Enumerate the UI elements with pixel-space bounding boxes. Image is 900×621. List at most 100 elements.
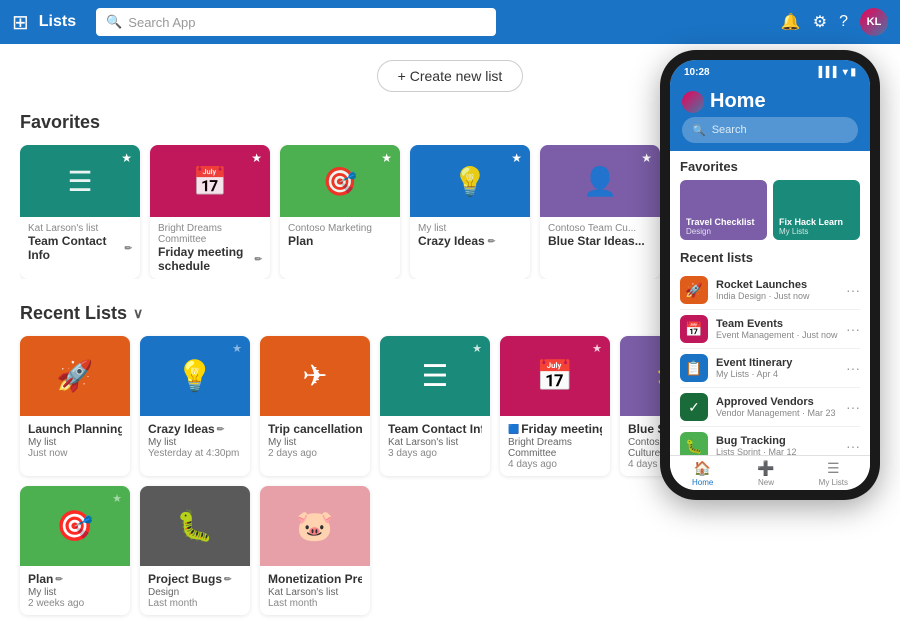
phone-list-info-2: Team Events Event Management · Just now xyxy=(716,318,838,340)
create-new-list-button[interactable]: + Create new list xyxy=(377,60,524,92)
phone-body: Favorites Travel Checklist Design Fix Ha… xyxy=(670,151,870,455)
phone-list-meta-5: Lists Sprint · Mar 12 xyxy=(716,447,838,455)
fav-icon-1: ☰ xyxy=(67,165,92,198)
phone-screen: 10:28 ▌▌▌ ▾ ▮ Home 🔍 Search Favorites Tr… xyxy=(670,60,870,490)
list-icon-1: 🚀 xyxy=(56,359,93,394)
phone-list-item-4[interactable]: ✓ Approved Vendors Vendor Management · M… xyxy=(680,388,860,427)
more-dots-icon-1[interactable]: ··· xyxy=(846,282,860,298)
phone-list-info-5: Bug Tracking Lists Sprint · Mar 12 xyxy=(716,435,838,455)
fav-meta-3: Contoso Marketing xyxy=(288,223,392,234)
list-time-11: Last month xyxy=(268,598,362,609)
phone-nav-mylists[interactable]: ☰ My Lists xyxy=(819,460,848,487)
more-dots-icon-3[interactable]: ··· xyxy=(846,360,860,376)
phone-list-item-3[interactable]: 📋 Event Itinerary My Lists · Apr 4 ··· xyxy=(680,349,860,388)
list-owner-9: My list xyxy=(28,587,122,598)
list-card-11[interactable]: 🐷 Monetization Prese... ✏ Kat Larson's l… xyxy=(260,486,370,615)
fav-meta-5: Contoso Team Cu... xyxy=(548,223,652,234)
star-icon: ★ xyxy=(641,151,652,165)
phone-list-name-2: Team Events xyxy=(716,318,838,330)
list-name-4: Team Contact Info xyxy=(388,422,482,436)
phone-home-title: Home xyxy=(682,90,858,113)
star-icon: ★ xyxy=(511,151,522,165)
fav-name-1: Team Contact Info ✏ xyxy=(28,234,132,262)
phone-search[interactable]: 🔍 Search xyxy=(682,117,858,143)
list-name-5: 🟦 Friday meeting s... xyxy=(508,422,602,436)
list-time-1: Just now xyxy=(28,448,122,459)
fav-card-2[interactable]: ★ 📅 Bright Dreams Committee Friday meeti… xyxy=(150,145,270,279)
fav-name-5: Blue Star Ideas... xyxy=(548,234,652,248)
fav-name-2: Friday meeting schedule ✏ xyxy=(158,245,262,273)
more-dots-icon-2[interactable]: ··· xyxy=(846,321,860,337)
phone-list-icon-5: 🐛 xyxy=(680,432,708,455)
fav-card-4[interactable]: ★ 💡 My list Crazy Ideas ✏ xyxy=(410,145,530,279)
list-card-4[interactable]: ★ ☰ Team Contact Info Kat Larson's list … xyxy=(380,336,490,476)
more-dots-icon-5[interactable]: ··· xyxy=(846,438,860,454)
phone-fav-card-1[interactable]: Travel Checklist Design xyxy=(680,180,767,240)
list-card-3[interactable]: ✈ Trip cancellations My list 2 days ago xyxy=(260,336,370,476)
star-icon: ★ xyxy=(232,342,242,355)
list-card-2[interactable]: ★ 💡 Crazy Ideas ✏ My list Yesterday at 4… xyxy=(140,336,250,476)
fav-card-3[interactable]: ★ 🎯 Contoso Marketing Plan xyxy=(280,145,400,279)
list-card-5[interactable]: ★ 📅 🟦 Friday meeting s... Bright Dreams … xyxy=(500,336,610,476)
phone-nav-home[interactable]: 🏠 Home xyxy=(692,460,713,487)
phone-list-meta-1: India Design · Just now xyxy=(716,291,838,301)
phone-list-item-5[interactable]: 🐛 Bug Tracking Lists Sprint · Mar 12 ··· xyxy=(680,427,860,455)
app-title: Lists xyxy=(39,13,76,31)
fav-icon-2: 📅 xyxy=(193,165,228,198)
fav-card-5[interactable]: ★ 👤 Contoso Team Cu... Blue Star Ideas..… xyxy=(540,145,660,279)
grid-icon[interactable]: ⊞ xyxy=(12,10,29,35)
list-owner-10: Design xyxy=(148,587,242,598)
top-bar: ⊞ Lists 🔍 Search App 🔔 ⚙ ? KL xyxy=(0,0,900,44)
lists-icon: ☰ xyxy=(827,460,840,477)
list-card-9[interactable]: ★ 🎯 Plan ✏ My list 2 weeks ago xyxy=(20,486,130,615)
list-owner-11: Kat Larson's list xyxy=(268,587,362,598)
bell-icon[interactable]: 🔔 xyxy=(781,12,801,32)
phone-list-icon-4: ✓ xyxy=(680,393,708,421)
star-icon: ★ xyxy=(592,342,602,355)
list-icon-9: 🎯 xyxy=(56,509,93,544)
fav-meta-1: Kat Larson's list xyxy=(28,223,132,234)
star-icon: ★ xyxy=(251,151,262,165)
list-owner-3: My list xyxy=(268,437,362,448)
fav-icon-5: 👤 xyxy=(583,165,618,198)
list-time-2: Yesterday at 4:30pm xyxy=(148,448,242,459)
phone-fav-title-2: Fix Hack Learn xyxy=(779,217,854,227)
list-icon-4: ☰ xyxy=(422,359,449,394)
phone-list-item-2[interactable]: 📅 Team Events Event Management · Just no… xyxy=(680,310,860,349)
phone-nav-home-label: Home xyxy=(692,478,713,487)
phone-list-icon-3: 📋 xyxy=(680,354,708,382)
list-icon-2: 💡 xyxy=(176,359,213,394)
phone-nav-new-label: New xyxy=(758,478,774,487)
search-icon: 🔍 xyxy=(106,14,122,30)
more-dots-icon-4[interactable]: ··· xyxy=(846,399,860,415)
chevron-down-icon[interactable]: ∨ xyxy=(133,305,143,322)
list-card-10[interactable]: 🐛 Project Bugs ✏ Design Last month xyxy=(140,486,250,615)
list-time-3: 2 days ago xyxy=(268,448,362,459)
star-icon: ★ xyxy=(381,151,392,165)
list-owner-4: Kat Larson's list xyxy=(388,437,482,448)
search-bar[interactable]: 🔍 Search App xyxy=(96,8,496,36)
fav-icon-3: 🎯 xyxy=(323,165,358,198)
star-icon: ★ xyxy=(121,151,132,165)
fav-name-3: Plan xyxy=(288,234,392,248)
list-name-3: Trip cancellations xyxy=(268,422,362,436)
phone-fav-card-2[interactable]: Fix Hack Learn My Lists xyxy=(773,180,860,240)
fav-card-1[interactable]: ★ ☰ Kat Larson's list Team Contact Info … xyxy=(20,145,140,279)
fav-meta-4: My list xyxy=(418,223,522,234)
list-card-1[interactable]: 🚀 Launch Planning My list Just now xyxy=(20,336,130,476)
help-icon[interactable]: ? xyxy=(839,13,848,31)
list-time-10: Last month xyxy=(148,598,242,609)
avatar[interactable]: KL xyxy=(860,8,888,36)
top-bar-icons: 🔔 ⚙ ? KL xyxy=(781,8,888,36)
list-name-2: Crazy Ideas ✏ xyxy=(148,422,242,436)
plus-icon: ➕ xyxy=(757,460,774,477)
phone-list-item-1[interactable]: 🚀 Rocket Launches India Design · Just no… xyxy=(680,271,860,310)
list-name-9: Plan ✏ xyxy=(28,572,122,586)
settings-icon[interactable]: ⚙ xyxy=(813,12,827,32)
phone-fav-sub-2: My Lists xyxy=(779,227,854,236)
star-icon: ★ xyxy=(112,492,122,505)
phone-list-name-5: Bug Tracking xyxy=(716,435,838,447)
list-time-4: 3 days ago xyxy=(388,448,482,459)
phone-nav-new[interactable]: ➕ New xyxy=(757,460,774,487)
phone-header: Home 🔍 Search xyxy=(670,84,870,151)
